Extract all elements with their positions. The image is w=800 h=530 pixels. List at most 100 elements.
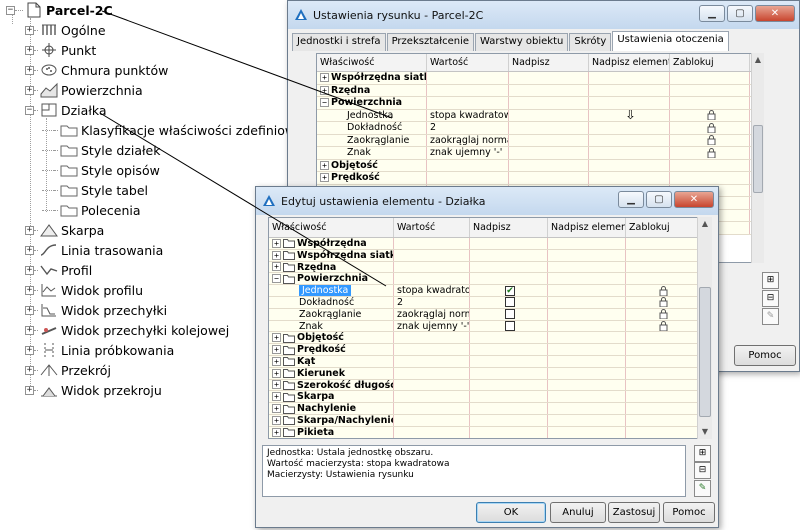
lock-icon[interactable] bbox=[659, 309, 668, 320]
apply-button[interactable]: Zastosuj bbox=[608, 502, 660, 523]
tab-3[interactable]: Skróty bbox=[569, 33, 612, 51]
value-cell[interactable]: stopa kwadratowa bbox=[427, 109, 509, 121]
tree-item[interactable]: + Chmura punktów bbox=[25, 60, 168, 80]
scroll-thumb[interactable] bbox=[699, 287, 711, 417]
expand-icon[interactable]: + bbox=[25, 345, 34, 355]
help-button[interactable]: Pomoc bbox=[663, 502, 715, 523]
lock-icon[interactable] bbox=[707, 135, 716, 146]
tree-item[interactable]: + Widok przekroju bbox=[25, 380, 162, 400]
table-row[interactable]: + Objętość bbox=[269, 332, 711, 345]
expand-icon[interactable]: + bbox=[320, 73, 329, 83]
close-button[interactable]: ✕ bbox=[755, 5, 795, 22]
expand-icon[interactable]: + bbox=[320, 160, 329, 170]
ds-help-button[interactable]: Pomoc bbox=[734, 345, 796, 366]
edit-icon[interactable]: ✎ bbox=[694, 480, 711, 497]
collapse-icon[interactable]: − bbox=[272, 274, 281, 284]
scroll-thumb[interactable] bbox=[753, 125, 763, 193]
expand-icon[interactable]: + bbox=[25, 385, 34, 395]
expand-icon[interactable]: + bbox=[25, 305, 34, 315]
expand-icon[interactable]: + bbox=[272, 427, 281, 437]
tree-item[interactable]: + Linia próbkowania bbox=[25, 340, 174, 360]
table-row[interactable]: + Rzędna bbox=[269, 261, 711, 274]
tree-item[interactable]: + Powierzchnia bbox=[25, 80, 143, 100]
tab-0[interactable]: Jednostki i strefa bbox=[292, 33, 386, 51]
expand-icon[interactable]: + bbox=[272, 380, 281, 390]
tree-item[interactable]: + Widok przechyłki bbox=[25, 300, 167, 320]
expand-icon[interactable]: + bbox=[25, 245, 34, 255]
expand-icon[interactable]: + bbox=[272, 392, 281, 402]
tree-item[interactable]: + Widok przechyłki kolejowej bbox=[25, 320, 229, 340]
lock-icon[interactable] bbox=[659, 297, 668, 308]
tree-item[interactable]: Klasyfikacje właściwości zdefiniowanyc bbox=[42, 120, 325, 140]
table-row[interactable]: + Szerokość długość bbox=[269, 379, 711, 392]
expand-icon[interactable]: + bbox=[25, 365, 34, 375]
table-row[interactable]: + Współrzędna bbox=[269, 238, 711, 250]
table-row[interactable]: Dokładność 2 bbox=[269, 297, 711, 309]
table-row[interactable]: + Kąt bbox=[269, 356, 711, 368]
collapse-all-icon[interactable]: ⊟ bbox=[762, 290, 779, 307]
table-row[interactable]: + Rzędna bbox=[317, 84, 763, 97]
expand-icon[interactable]: + bbox=[25, 85, 34, 95]
expand-icon[interactable]: + bbox=[25, 325, 34, 335]
expand-icon[interactable]: + bbox=[25, 65, 34, 75]
column-header[interactable]: Nadpisz bbox=[509, 54, 589, 71]
tree-item[interactable]: + Ogólne bbox=[25, 20, 106, 40]
ok-button[interactable]: OK bbox=[476, 502, 546, 523]
drawing-settings-scrollbar[interactable]: ▲ bbox=[751, 53, 764, 263]
table-row[interactable]: + Skarpa/Nachylenie bbox=[269, 415, 711, 427]
cancel-button[interactable]: Anuluj bbox=[550, 502, 606, 523]
tree-item[interactable]: − Działka bbox=[25, 100, 107, 120]
expand-icon[interactable]: + bbox=[320, 173, 329, 183]
table-row[interactable]: + Kierunek bbox=[269, 367, 711, 380]
tree-item[interactable]: + Punkt bbox=[25, 40, 96, 60]
table-row[interactable]: Jednostka stopa kwadratowa ✔ bbox=[269, 285, 711, 297]
column-header[interactable]: Zablokuj bbox=[626, 218, 698, 237]
table-row[interactable]: − Powierzchnia bbox=[269, 273, 711, 286]
collapse-icon[interactable]: − bbox=[25, 105, 34, 115]
table-row[interactable]: Zaokrąglanie zaokrąglaj normalnie bbox=[317, 134, 763, 147]
expand-icon[interactable]: + bbox=[272, 356, 281, 366]
value-cell[interactable]: 2 bbox=[427, 122, 509, 134]
column-header[interactable]: Wartość bbox=[427, 54, 509, 71]
column-header[interactable]: Nadpisz element ... bbox=[589, 54, 670, 71]
expand-icon[interactable]: + bbox=[25, 265, 34, 275]
value-cell[interactable]: zaokrąglaj normalnie bbox=[427, 134, 509, 146]
table-row[interactable]: + Prędkość bbox=[317, 172, 763, 185]
collapse-icon[interactable]: − bbox=[320, 98, 329, 108]
collapse-all-icon[interactable]: ⊟ bbox=[694, 462, 711, 479]
column-header[interactable]: Zablokuj bbox=[670, 54, 750, 71]
expand-icon[interactable]: + bbox=[272, 345, 281, 355]
table-row[interactable]: Jednostka stopa kwadratowa ⇩ bbox=[317, 109, 763, 122]
column-header[interactable]: Wartość bbox=[394, 218, 470, 237]
expand-icon[interactable]: + bbox=[272, 415, 281, 425]
table-row[interactable]: + Skarpa bbox=[269, 391, 711, 404]
column-header[interactable]: Nadpisz element p... bbox=[548, 218, 626, 237]
drawing-settings-titlebar[interactable]: Ustawienia rysunku - Parcel-2C ▁ ▢ ✕ bbox=[288, 1, 799, 29]
tree-item[interactable]: + Przekrój bbox=[25, 360, 111, 380]
override-checkbox[interactable] bbox=[505, 309, 515, 320]
column-header[interactable]: Właściwość bbox=[317, 54, 427, 71]
column-header[interactable]: Nadpisz bbox=[470, 218, 548, 237]
expand-all-icon[interactable]: ⊞ bbox=[694, 445, 711, 462]
tree-item[interactable]: Style działek bbox=[42, 140, 160, 160]
expand-icon[interactable]: + bbox=[272, 238, 281, 248]
expand-icon[interactable]: + bbox=[25, 225, 34, 235]
collapse-icon[interactable]: − bbox=[6, 5, 15, 15]
expand-all-icon[interactable]: ⊞ bbox=[762, 272, 779, 289]
tree-item[interactable]: Style tabel bbox=[42, 180, 148, 200]
expand-icon[interactable]: + bbox=[272, 262, 281, 272]
lock-icon[interactable] bbox=[707, 122, 716, 133]
expand-icon[interactable]: + bbox=[320, 85, 329, 95]
expand-icon[interactable]: + bbox=[272, 404, 281, 414]
expand-icon[interactable]: + bbox=[25, 25, 34, 35]
minimize-button[interactable]: ▁ bbox=[618, 191, 644, 208]
lock-icon[interactable] bbox=[659, 285, 668, 296]
table-row[interactable]: + Pikieta bbox=[269, 426, 711, 438]
value-cell[interactable]: stopa kwadratowa bbox=[394, 285, 470, 296]
table-row[interactable]: + Objętość bbox=[317, 159, 763, 172]
value-cell[interactable]: znak ujemny '-' bbox=[427, 147, 509, 159]
tab-4[interactable]: Ustawienia otoczenia bbox=[612, 31, 729, 51]
table-row[interactable]: Znak znak ujemny '-' bbox=[317, 147, 763, 160]
table-row[interactable]: Dokładność 2 bbox=[317, 122, 763, 135]
override-checkbox[interactable] bbox=[505, 320, 515, 331]
